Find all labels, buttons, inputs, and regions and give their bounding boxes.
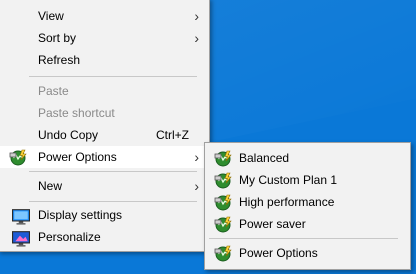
power-plan-label: High performance (239, 195, 335, 209)
power-plan-icon (214, 245, 232, 262)
menu-item-paste-shortcut-label: Paste shortcut (38, 106, 115, 120)
menu-item-sort-by-label: Sort by (38, 31, 77, 45)
menu-item-refresh-label: Refresh (38, 53, 81, 67)
power-plan-icon (9, 149, 27, 166)
menu-item-view[interactable]: View › (0, 5, 209, 27)
menu-item-refresh[interactable]: Refresh (0, 49, 209, 71)
power-plan-power-saver[interactable]: Power saver (205, 213, 410, 235)
desktop-context-menu: View › Sort by › Refresh Paste Paste sho… (0, 0, 210, 252)
power-plan-high-performance[interactable]: High performance (205, 191, 410, 213)
menu-item-new[interactable]: New › (0, 175, 209, 197)
menu-separator (209, 238, 398, 239)
menu-item-undo-copy[interactable]: Undo Copy Ctrl+Z (0, 124, 209, 146)
power-plan-icon (214, 150, 232, 167)
power-options-link-label: Power Options (239, 246, 318, 260)
menu-separator (29, 171, 197, 172)
power-plan-icon (214, 216, 232, 233)
chevron-right-icon: › (194, 149, 199, 165)
menu-item-display-settings[interactable]: Display settings (0, 204, 209, 226)
menu-item-personalize-label: Personalize (38, 230, 101, 244)
power-options-link[interactable]: Power Options (205, 242, 410, 264)
chevron-right-icon: › (194, 178, 199, 194)
menu-item-new-label: New (38, 179, 63, 193)
chevron-right-icon: › (194, 8, 199, 24)
menu-item-sort-by[interactable]: Sort by › (0, 27, 209, 49)
power-options-submenu: Balanced My Custom Plan 1 High performan… (204, 142, 411, 270)
chevron-right-icon: › (194, 30, 199, 46)
menu-separator (29, 76, 197, 77)
menu-item-power-options-label: Power Options (38, 150, 117, 164)
power-plan-label: Balanced (239, 151, 290, 165)
power-plan-label: My Custom Plan 1 (239, 173, 338, 187)
menu-item-view-label: View (38, 9, 64, 23)
power-plan-label: Power saver (239, 217, 306, 231)
menu-item-power-options[interactable]: Power Options › (0, 146, 209, 168)
menu-item-paste-label: Paste (38, 84, 69, 98)
menu-item-undo-copy-label: Undo Copy (38, 128, 99, 142)
power-plan-icon (214, 194, 232, 211)
menu-separator (29, 201, 197, 202)
menu-item-display-settings-label: Display settings (38, 208, 123, 222)
menu-item-paste-shortcut: Paste shortcut (0, 102, 209, 124)
personalize-icon (12, 231, 30, 247)
power-plan-balanced[interactable]: Balanced (205, 147, 410, 169)
power-plan-icon (214, 172, 232, 189)
undo-copy-shortcut: Ctrl+Z (156, 128, 189, 142)
power-plan-my-custom-plan-1[interactable]: My Custom Plan 1 (205, 169, 410, 191)
menu-item-personalize[interactable]: Personalize (0, 226, 209, 248)
wallpaper-light-ray (177, 0, 416, 142)
display-settings-icon (12, 209, 30, 225)
menu-item-paste: Paste (0, 80, 209, 102)
